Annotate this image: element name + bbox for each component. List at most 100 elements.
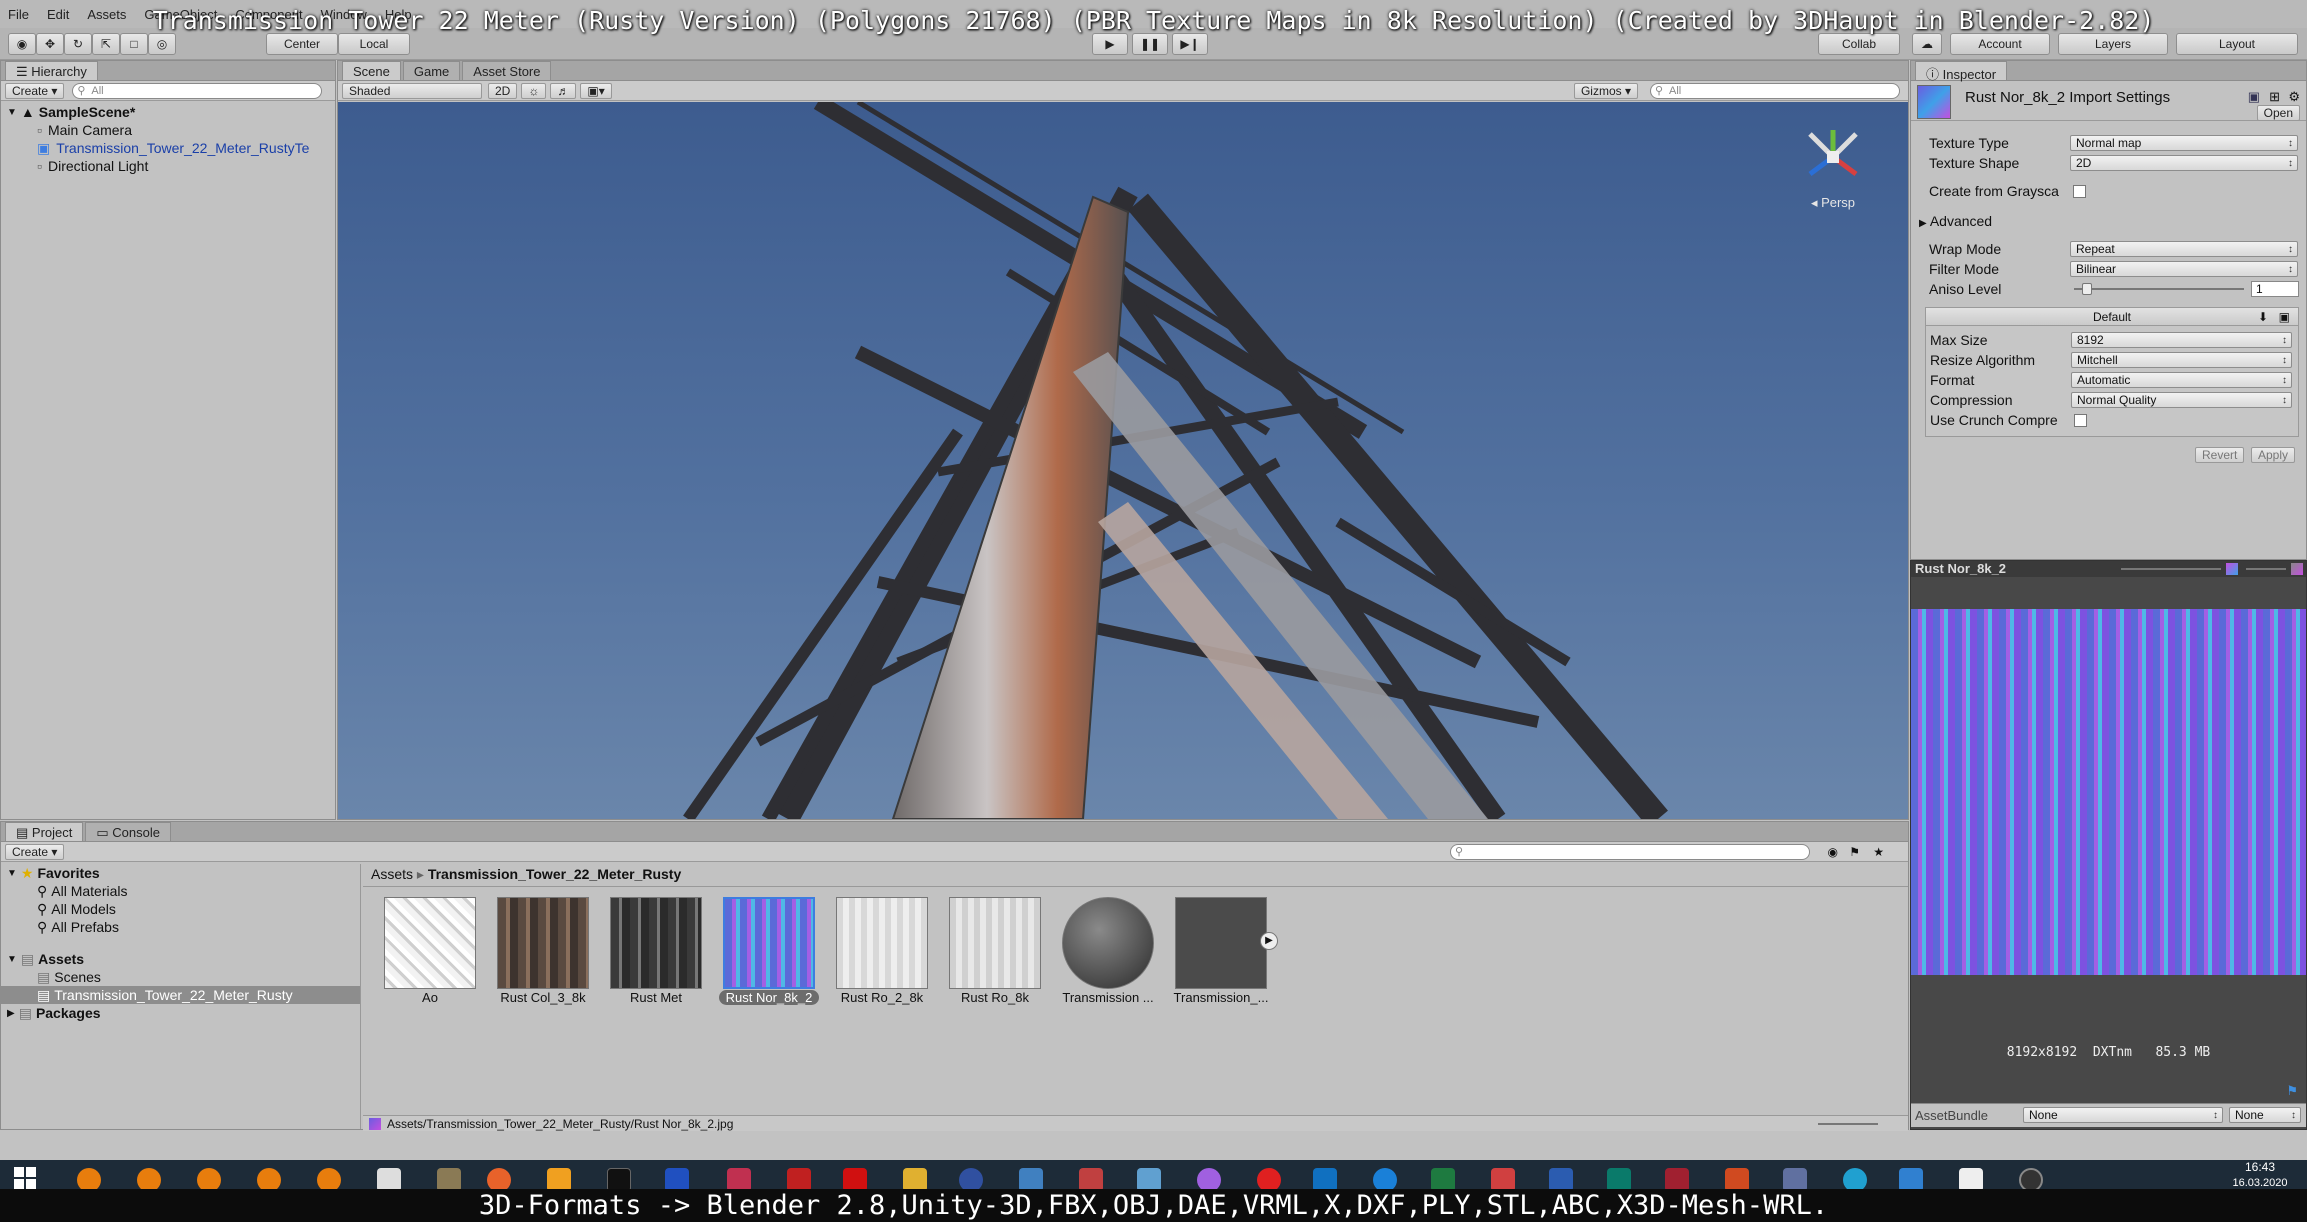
asset-thumbnail-ao[interactable]: [384, 897, 476, 989]
aniso-level-input[interactable]: 1: [2251, 281, 2299, 297]
assetbundle-dropdown[interactable]: None: [2023, 1107, 2223, 1123]
shading-mode-dropdown[interactable]: Shaded: [342, 82, 482, 99]
asset-thumbnail-rust-ro[interactable]: [949, 897, 1041, 989]
asset-thumbnail-rust-met[interactable]: [610, 897, 702, 989]
platform-tab-default[interactable]: Default ⬇ ▣: [1926, 308, 2298, 326]
tab-game[interactable]: Game: [402, 61, 461, 80]
step-button[interactable]: ▶❙: [1172, 33, 1208, 55]
asset-thumbnail-transmission-material[interactable]: [1062, 897, 1154, 989]
windows-start-icon[interactable]: [14, 1167, 36, 1189]
tag-icon[interactable]: ⚑: [2286, 1083, 2298, 1099]
persp-label[interactable]: ◂ Persp: [1798, 195, 1868, 211]
hierarchy-item[interactable]: ▣ Transmission_Tower_22_Meter_RustyTe: [7, 139, 335, 157]
assets-folder-selected[interactable]: ▤ Transmission_Tower_22_Meter_Rusty: [1, 986, 360, 1004]
tab-inspector[interactable]: ⓘ Inspector: [1915, 61, 2008, 82]
cloud-button[interactable]: ☁: [1912, 33, 1942, 55]
filter-type-icon[interactable]: ◉: [1828, 845, 1838, 859]
assets-folder[interactable]: ▤ Scenes: [1, 968, 360, 986]
hierarchy-item[interactable]: ▫ Directional Light: [7, 157, 335, 175]
breadcrumb-assets[interactable]: Assets: [371, 866, 413, 882]
tab-hierarchy[interactable]: ☰ Hierarchy: [5, 61, 98, 80]
asset-thumbnail-transmission-model[interactable]: [1175, 897, 1267, 989]
texture-type-dropdown[interactable]: Normal map: [2070, 135, 2298, 151]
filter-label-icon[interactable]: ⚑: [1849, 845, 1860, 859]
rect-tool-button[interactable]: □: [120, 33, 148, 55]
breadcrumb-current-folder[interactable]: Transmission_Tower_22_Meter_Rusty: [428, 866, 681, 882]
pivot-center-button[interactable]: Center: [266, 33, 338, 55]
play-button[interactable]: ▶: [1092, 33, 1128, 55]
clock[interactable]: 16:43 16.03.2020: [2220, 1160, 2300, 1189]
favorites-item[interactable]: ⚲ All Materials: [1, 882, 360, 900]
help-icon[interactable]: ▣: [2248, 89, 2260, 105]
create-from-grayscale-checkbox[interactable]: [2073, 184, 2086, 198]
scene-viewport[interactable]: ◂ Persp: [338, 102, 1908, 819]
aniso-level-slider-thumb[interactable]: [2082, 283, 2092, 295]
format-dropdown[interactable]: Automatic: [2071, 372, 2292, 388]
aniso-level-slider-track[interactable]: [2074, 288, 2244, 290]
thumbnail-size-slider[interactable]: [1818, 1123, 1878, 1125]
packages-foldout[interactable]: ▶ ▤ Packages: [1, 1004, 360, 1022]
use-crunch-checkbox[interactable]: [2074, 413, 2087, 427]
hierarchy-search-input[interactable]: ⚲ All: [72, 82, 323, 99]
hand-tool-button[interactable]: ◉: [8, 33, 36, 55]
mode-2d-toggle[interactable]: 2D: [488, 82, 518, 99]
project-create-button[interactable]: Create ▾: [5, 843, 65, 860]
pivot-local-button[interactable]: Local: [338, 33, 410, 55]
pause-button[interactable]: ❚❚: [1132, 33, 1168, 55]
rect-icon: □: [130, 37, 138, 51]
move-tool-button[interactable]: ✥: [36, 33, 64, 55]
layers-dropdown[interactable]: Layers: [2058, 33, 2168, 55]
tab-scene[interactable]: Scene: [342, 61, 401, 80]
preset-icon[interactable]: ⊞: [2269, 89, 2280, 105]
rgb-channel-icon[interactable]: [2226, 563, 2238, 575]
audio-toggle[interactable]: ♬: [550, 82, 577, 99]
hierarchy-create-button[interactable]: Create ▾: [5, 82, 65, 99]
favorites-foldout[interactable]: ▼ ★ Favorites: [1, 864, 360, 882]
asset-thumbnail-rust-ro2[interactable]: [836, 897, 928, 989]
expand-prefab-icon[interactable]: ▶: [1260, 932, 1278, 950]
account-dropdown[interactable]: Account: [1950, 33, 2050, 55]
wrap-mode-dropdown[interactable]: Repeat: [2070, 241, 2298, 257]
scene-search-input[interactable]: ⚲ All: [1650, 82, 1900, 99]
collab-button[interactable]: Collab: [1818, 33, 1900, 55]
favorites-item[interactable]: ⚲ All Prefabs: [1, 918, 360, 936]
scene-root[interactable]: ▼ ▲ SampleScene*: [7, 103, 335, 121]
open-button[interactable]: Open: [2256, 105, 2300, 121]
download-icon[interactable]: ⬇: [2258, 308, 2268, 326]
filter-mode-row: Filter Mode Bilinear: [1929, 259, 2299, 279]
texture-shape-dropdown[interactable]: 2D: [2070, 155, 2298, 171]
revert-button[interactable]: Revert: [2195, 447, 2245, 463]
compression-dropdown[interactable]: Normal Quality: [2071, 392, 2292, 408]
favorite-star-icon[interactable]: ★: [1873, 845, 1884, 859]
asset-label: Rust Ro_8k: [961, 990, 1029, 1005]
favorites-item[interactable]: ⚲ All Models: [1, 900, 360, 918]
asset-thumbnail-rust-nor-selected[interactable]: [723, 897, 815, 989]
lighting-toggle[interactable]: ☼: [521, 82, 547, 99]
apply-button[interactable]: Apply: [2251, 447, 2296, 463]
hierarchy-item[interactable]: ▫ Main Camera: [7, 121, 335, 139]
html5-icon[interactable]: ▣: [2279, 308, 2290, 326]
gizmos-dropdown[interactable]: Gizmos ▾: [1573, 82, 1638, 99]
effects-dropdown[interactable]: ▣ ▾: [580, 82, 612, 99]
project-search-input[interactable]: ⚲: [1450, 843, 1810, 860]
rotate-tool-button[interactable]: ↻: [64, 33, 92, 55]
asset-thumbnail-rust-col[interactable]: [497, 897, 589, 989]
filter-mode-dropdown[interactable]: Bilinear: [2070, 261, 2298, 277]
alpha-channel-icon[interactable]: [2291, 563, 2303, 575]
tab-asset-store[interactable]: Asset Store: [462, 61, 552, 80]
scale-tool-button[interactable]: ⇱: [92, 33, 120, 55]
folder-icon: ▤: [37, 968, 51, 985]
advanced-foldout[interactable]: ▶ Advanced: [1919, 211, 2289, 231]
tab-project[interactable]: ▤ Project: [5, 822, 84, 841]
preview-mip-slider[interactable]: [2121, 568, 2221, 570]
gear-icon[interactable]: ⚙: [2288, 89, 2300, 105]
assets-foldout[interactable]: ▼ ▤ Assets: [1, 950, 360, 968]
tab-console[interactable]: ▭ Console: [85, 822, 171, 841]
preview-zoom-slider[interactable]: [2246, 568, 2286, 570]
transform-tool-button[interactable]: ◎: [148, 33, 176, 55]
max-size-dropdown[interactable]: 8192: [2071, 332, 2292, 348]
layout-dropdown[interactable]: Layout: [2176, 33, 2298, 55]
orientation-gizmo[interactable]: ◂ Persp: [1798, 122, 1868, 210]
assetbundle-variant-dropdown[interactable]: None: [2229, 1107, 2301, 1123]
resize-algorithm-dropdown[interactable]: Mitchell: [2071, 352, 2292, 368]
